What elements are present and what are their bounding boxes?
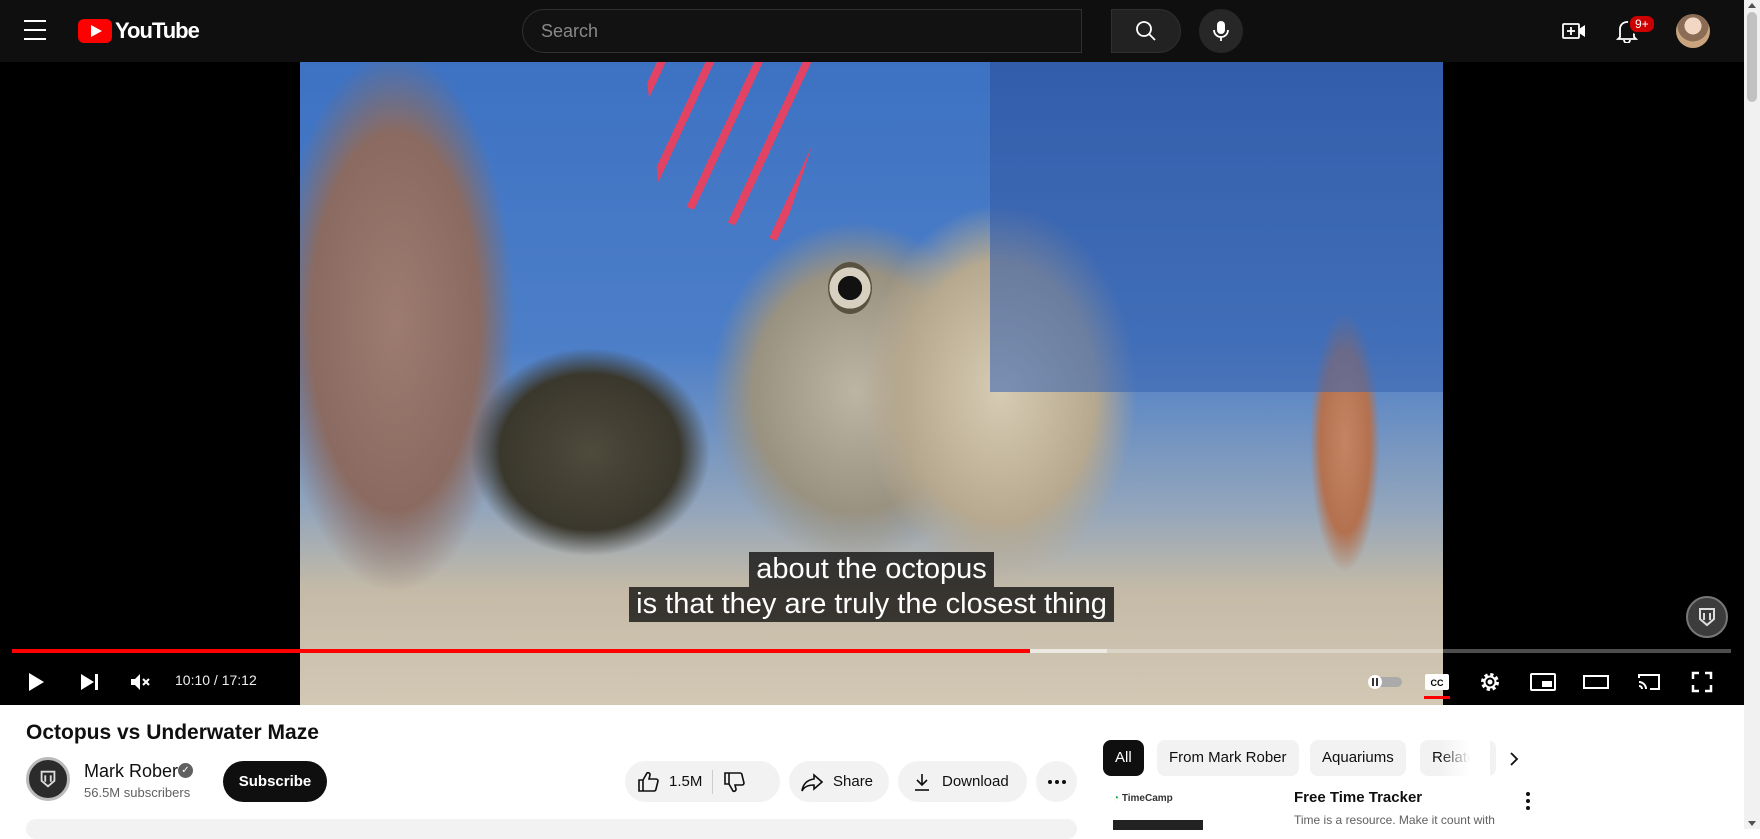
description-box[interactable] <box>26 819 1077 839</box>
progress-bar[interactable] <box>12 649 1731 653</box>
subscriber-count: 56.5M subscribers <box>84 785 191 800</box>
search-button[interactable] <box>1111 9 1181 53</box>
ad-title[interactable]: Free Time Tracker <box>1294 789 1422 806</box>
scroll-down-icon[interactable] <box>1748 821 1756 826</box>
like-dislike-group: 1.5M <box>625 761 780 802</box>
aquarium-background <box>990 62 1443 392</box>
cast-icon <box>1638 674 1660 690</box>
thumbs-down-icon[interactable] <box>723 771 746 793</box>
channel-avatar[interactable] <box>26 757 70 801</box>
progress-played <box>12 649 1030 653</box>
subscribe-button[interactable]: Subscribe <box>223 761 327 802</box>
play-button[interactable] <box>20 666 52 698</box>
youtube-play-icon <box>78 19 112 43</box>
next-button[interactable] <box>74 666 106 698</box>
notification-badge: 9+ <box>1628 14 1656 34</box>
ad-brand-name: TimeCamp <box>1121 793 1173 804</box>
scroll-thumb[interactable] <box>1747 12 1757 102</box>
ad-description: Time is a resource. Make it count with <box>1294 813 1495 827</box>
mark-rober-logo-icon <box>1699 608 1715 627</box>
next-icon <box>81 674 98 690</box>
video-title: Octopus vs Underwater Maze <box>26 721 319 744</box>
captions: about the octopus is that they are truly… <box>0 552 1743 622</box>
fullscreen-icon <box>1691 671 1713 693</box>
closed-captions-icon: CC <box>1425 674 1449 690</box>
autoplay-toggle[interactable] <box>1366 666 1404 698</box>
logo-text: YouTube <box>115 18 200 43</box>
mute-button[interactable] <box>124 666 156 698</box>
coral-decoration <box>645 62 840 242</box>
thumbs-up-icon[interactable] <box>637 771 659 793</box>
page-scrollbar[interactable] <box>1744 0 1760 829</box>
play-icon <box>29 673 44 691</box>
captions-active-indicator <box>1424 696 1450 699</box>
chevron-right-icon <box>1510 752 1519 766</box>
gear-icon <box>1481 673 1499 691</box>
verified-badge-icon: ✓ <box>178 763 193 778</box>
share-icon <box>801 772 823 791</box>
like-divider <box>712 769 714 794</box>
account-avatar[interactable] <box>1676 14 1710 48</box>
octopus-eye <box>828 262 872 314</box>
chip-from-channel[interactable]: From Mark Rober <box>1157 740 1299 776</box>
channel-name[interactable]: Mark Rober <box>84 761 178 782</box>
search-box <box>522 9 1082 53</box>
youtube-logo[interactable]: YouTube <box>78 18 200 44</box>
masthead: YouTube 9+ <box>0 0 1744 62</box>
theater-mode-button[interactable] <box>1580 666 1612 698</box>
caption-line: is that they are truly the closest thing <box>629 587 1114 622</box>
download-label: Download <box>942 773 1009 790</box>
menu-icon[interactable] <box>24 20 54 42</box>
search-icon <box>1136 21 1156 41</box>
download-icon <box>915 773 929 791</box>
chip-aquariums[interactable]: Aquariums <box>1310 740 1406 776</box>
download-button[interactable]: Download <box>898 761 1027 802</box>
chip-all[interactable]: All <box>1103 740 1144 776</box>
captions-button[interactable]: CC <box>1421 666 1453 698</box>
create-button[interactable] <box>1557 14 1591 48</box>
autoplay-toggle-icon <box>1368 675 1402 689</box>
channel-watermark[interactable] <box>1686 596 1728 638</box>
miniplayer-icon <box>1530 673 1556 691</box>
svg-text:CC: CC <box>1431 678 1444 688</box>
microphone-icon <box>1213 21 1229 41</box>
share-label: Share <box>833 773 874 790</box>
mark-rober-logo-icon <box>40 770 56 788</box>
search-input[interactable] <box>523 10 1081 52</box>
ad-menu-button[interactable] <box>1516 789 1540 813</box>
ad-brand-logo: ◔ TimeCamp <box>1113 793 1173 804</box>
video-player[interactable]: about the octopus is that they are truly… <box>0 62 1744 705</box>
fullscreen-button[interactable] <box>1686 666 1718 698</box>
time-display: 10:10 / 17:12 <box>175 672 257 688</box>
miniplayer-button[interactable] <box>1527 666 1559 698</box>
share-button[interactable]: Share <box>789 761 889 802</box>
more-actions-button[interactable] <box>1036 761 1077 802</box>
player-controls: 10:10 / 17:12 CC <box>0 658 1744 705</box>
chip-fade <box>1440 740 1490 776</box>
more-horizontal-icon <box>1047 779 1066 784</box>
create-video-icon <box>1562 23 1585 39</box>
scroll-up-icon[interactable] <box>1748 3 1756 8</box>
voice-search-button[interactable] <box>1199 9 1243 53</box>
caption-line: about the octopus <box>749 552 994 587</box>
theater-mode-icon <box>1583 675 1609 689</box>
watch-metadata: Octopus vs Underwater Maze Mark Rober ✓ … <box>0 705 1744 839</box>
chips-next-button[interactable] <box>1500 745 1528 773</box>
volume-muted-icon <box>131 674 150 690</box>
settings-button[interactable] <box>1474 666 1506 698</box>
more-vertical-icon <box>1526 792 1530 810</box>
like-count[interactable]: 1.5M <box>669 773 702 790</box>
cast-button[interactable] <box>1633 666 1665 698</box>
